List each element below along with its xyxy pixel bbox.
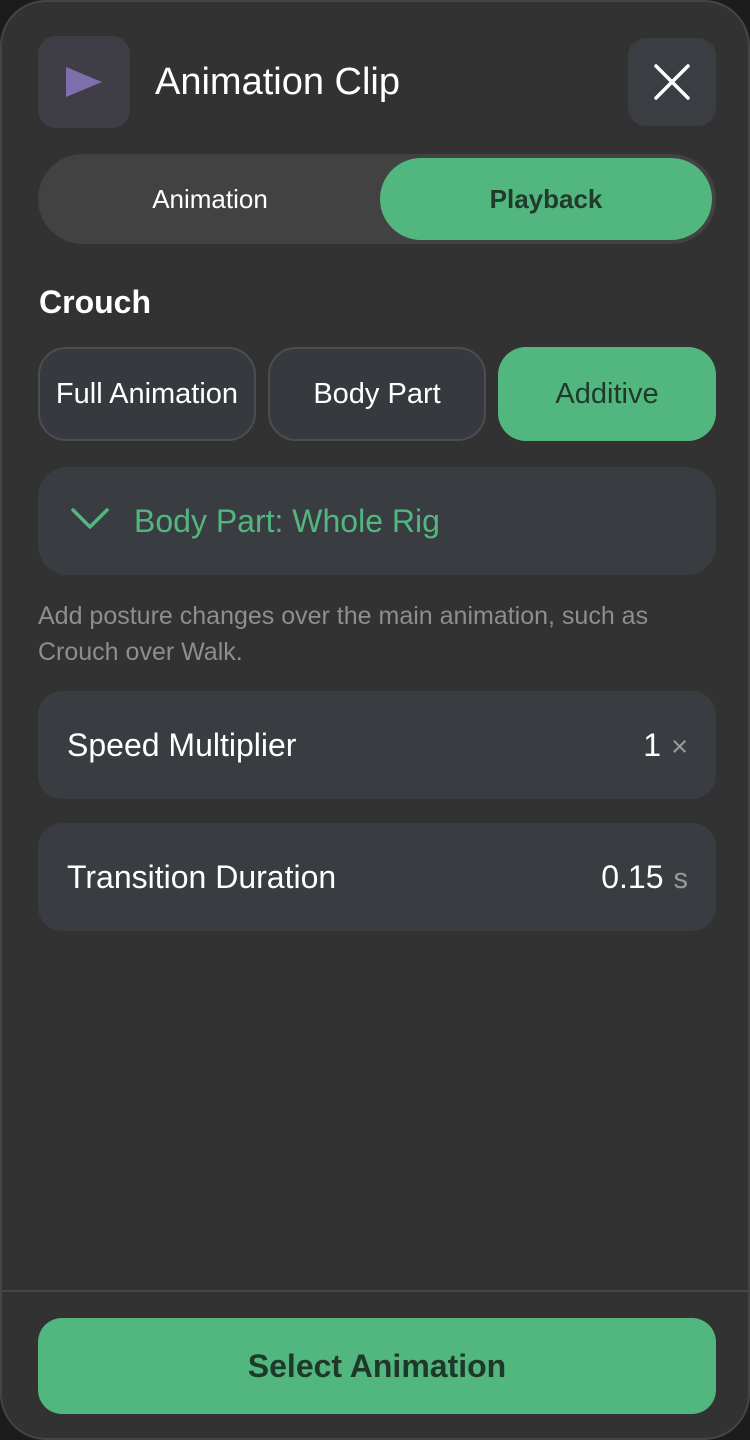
chevron-down-icon: [71, 508, 109, 529]
transition-duration-row[interactable]: Transition Duration 0.15 s: [38, 823, 716, 931]
speed-multiplier-label: Speed Multiplier: [67, 727, 297, 763]
tab-animation[interactable]: Animation: [42, 158, 378, 240]
mode-description: Add posture changes over the main animat…: [38, 602, 649, 666]
speed-multiplier-number: 1: [643, 727, 662, 763]
tab-playback[interactable]: Playback: [380, 158, 712, 240]
speed-multiplier-unit: ×: [671, 731, 688, 763]
transition-duration-unit: s: [673, 863, 689, 895]
select-animation-button[interactable]: Select Animation: [38, 1318, 716, 1414]
mode-body-part-button[interactable]: Body Part: [268, 347, 486, 441]
footer-divider: [2, 1290, 748, 1292]
speed-multiplier-value[interactable]: 1 ×: [643, 725, 688, 767]
animation-clip-panel: Animation Clip Animation Playback Crouch…: [0, 0, 750, 1440]
section-title: Crouch: [39, 284, 151, 320]
speed-multiplier-row[interactable]: Speed Multiplier 1 ×: [38, 691, 716, 799]
mode-full-animation-button[interactable]: Full Animation: [38, 347, 256, 441]
tab-switcher: Animation Playback: [38, 154, 716, 244]
close-icon: [654, 64, 690, 100]
close-button[interactable]: [628, 38, 716, 126]
transition-duration-value[interactable]: 0.15 s: [601, 857, 688, 899]
clip-icon-tile: [38, 36, 130, 128]
panel-title: Animation Clip: [155, 61, 400, 103]
play-icon: [66, 67, 102, 97]
body-part-dropdown-label: Body Part: Whole Rig: [134, 503, 440, 539]
transition-duration-label: Transition Duration: [67, 859, 337, 895]
body-part-dropdown[interactable]: Body Part: Whole Rig: [38, 467, 716, 575]
mode-additive-button[interactable]: Additive: [498, 347, 716, 441]
transition-duration-number: 0.15: [601, 859, 664, 895]
